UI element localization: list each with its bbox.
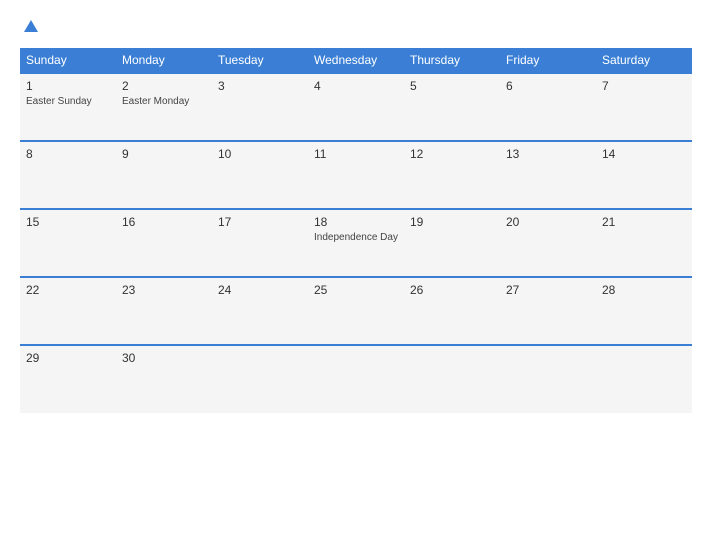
day-number: 8 xyxy=(26,147,110,161)
day-number: 29 xyxy=(26,351,110,365)
calendar-cell: 12 xyxy=(404,141,500,209)
day-number: 23 xyxy=(122,283,206,297)
day-number: 15 xyxy=(26,215,110,229)
calendar-cell: 3 xyxy=(212,73,308,141)
calendar-cell: 16 xyxy=(116,209,212,277)
calendar-cell xyxy=(500,345,596,413)
day-number: 27 xyxy=(506,283,590,297)
header xyxy=(20,18,692,38)
week-row-3: 15 16 17 18 Independence Day 19 20 21 xyxy=(20,209,692,277)
day-number: 3 xyxy=(218,79,302,93)
day-number: 30 xyxy=(122,351,206,365)
day-number: 6 xyxy=(506,79,590,93)
weekday-header-thursday: Thursday xyxy=(404,48,500,73)
calendar-cell: 18 Independence Day xyxy=(308,209,404,277)
weekday-header-saturday: Saturday xyxy=(596,48,692,73)
day-number: 1 xyxy=(26,79,110,93)
calendar-cell: 25 xyxy=(308,277,404,345)
calendar-cell: 7 xyxy=(596,73,692,141)
day-number: 28 xyxy=(602,283,686,297)
day-number: 22 xyxy=(26,283,110,297)
day-number: 17 xyxy=(218,215,302,229)
day-number: 4 xyxy=(314,79,398,93)
calendar-table: SundayMondayTuesdayWednesdayThursdayFrid… xyxy=(20,48,692,413)
calendar-cell: 2 Easter Monday xyxy=(116,73,212,141)
day-number: 7 xyxy=(602,79,686,93)
calendar-cell xyxy=(308,345,404,413)
calendar-cell: 10 xyxy=(212,141,308,209)
day-number: 10 xyxy=(218,147,302,161)
calendar-cell: 19 xyxy=(404,209,500,277)
calendar-cell xyxy=(212,345,308,413)
calendar-cell: 14 xyxy=(596,141,692,209)
day-number: 16 xyxy=(122,215,206,229)
day-number: 2 xyxy=(122,79,206,93)
day-number: 19 xyxy=(410,215,494,229)
logo-icon xyxy=(22,18,40,36)
week-row-1: 1 Easter Sunday 2 Easter Monday 34567 xyxy=(20,73,692,141)
calendar-cell: 22 xyxy=(20,277,116,345)
calendar-cell: 30 xyxy=(116,345,212,413)
holiday-name: Easter Monday xyxy=(122,95,206,108)
weekday-header-tuesday: Tuesday xyxy=(212,48,308,73)
day-number: 9 xyxy=(122,147,206,161)
weekday-header-sunday: Sunday xyxy=(20,48,116,73)
day-number: 26 xyxy=(410,283,494,297)
day-number: 24 xyxy=(218,283,302,297)
day-number: 13 xyxy=(506,147,590,161)
calendar-cell: 13 xyxy=(500,141,596,209)
calendar-cell: 17 xyxy=(212,209,308,277)
day-number: 25 xyxy=(314,283,398,297)
calendar-cell: 1 Easter Sunday xyxy=(20,73,116,141)
calendar-cell: 29 xyxy=(20,345,116,413)
calendar-cell: 26 xyxy=(404,277,500,345)
week-row-2: 89 10 11 12 13 14 xyxy=(20,141,692,209)
calendar-cell xyxy=(404,345,500,413)
logo xyxy=(20,18,40,38)
calendar-cell: 15 xyxy=(20,209,116,277)
calendar-cell: 23 xyxy=(116,277,212,345)
calendar-cell: 4 xyxy=(308,73,404,141)
day-number: 14 xyxy=(602,147,686,161)
weekday-header-monday: Monday xyxy=(116,48,212,73)
calendar-cell: 21 xyxy=(596,209,692,277)
week-row-4: 22 23 24 25 26 27 28 xyxy=(20,277,692,345)
calendar-cell: 24 xyxy=(212,277,308,345)
calendar-page: SundayMondayTuesdayWednesdayThursdayFrid… xyxy=(0,0,712,550)
weekday-header-wednesday: Wednesday xyxy=(308,48,404,73)
calendar-cell: 28 xyxy=(596,277,692,345)
calendar-cell: 6 xyxy=(500,73,596,141)
day-number: 11 xyxy=(314,147,398,161)
calendar-cell: 27 xyxy=(500,277,596,345)
calendar-cell: 11 xyxy=(308,141,404,209)
calendar-cell: 5 xyxy=(404,73,500,141)
week-row-5: 29 30 xyxy=(20,345,692,413)
calendar-cell: 9 xyxy=(116,141,212,209)
calendar-cell xyxy=(596,345,692,413)
day-number: 20 xyxy=(506,215,590,229)
weekday-header-friday: Friday xyxy=(500,48,596,73)
calendar-cell: 8 xyxy=(20,141,116,209)
day-number: 18 xyxy=(314,215,398,229)
weekday-header-row: SundayMondayTuesdayWednesdayThursdayFrid… xyxy=(20,48,692,73)
day-number: 5 xyxy=(410,79,494,93)
day-number: 21 xyxy=(602,215,686,229)
calendar-cell: 20 xyxy=(500,209,596,277)
holiday-name: Independence Day xyxy=(314,231,398,244)
holiday-name: Easter Sunday xyxy=(26,95,110,108)
day-number: 12 xyxy=(410,147,494,161)
